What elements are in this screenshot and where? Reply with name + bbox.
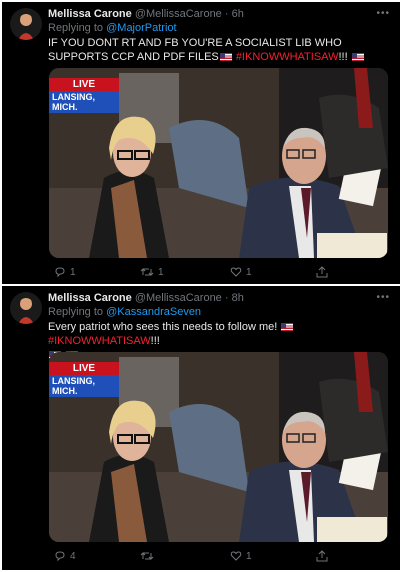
tweet-2[interactable]: Mellissa Carone @MellissaCarone · 8h •••…: [2, 286, 400, 570]
exclamation: !!!: [338, 51, 348, 63]
exclamation: !!!: [150, 335, 160, 347]
live-banner: LIVE LANSING, MICH.: [49, 78, 119, 113]
like-icon: [230, 267, 242, 277]
like-count: 1: [246, 266, 252, 278]
more-icon[interactable]: •••: [376, 8, 390, 19]
reply-count: 1: [70, 266, 76, 278]
share-icon: [316, 266, 328, 278]
user-handle[interactable]: @MellissaCarone: [135, 8, 222, 20]
tweet-header: Mellissa Carone @MellissaCarone · 6h: [48, 8, 244, 20]
us-flag-icon: [351, 53, 364, 61]
reply-button[interactable]: 1: [54, 266, 76, 278]
retweet-count: 1: [158, 266, 164, 278]
separator: ·: [224, 292, 229, 304]
us-flag-icon: [281, 323, 294, 331]
more-icon[interactable]: •••: [376, 292, 390, 303]
replying-to: Replying to @KassandraSeven: [48, 306, 201, 318]
retweet-button[interactable]: 1: [140, 266, 164, 278]
tweet-1[interactable]: Mellissa Carone @MellissaCarone · 6h •••…: [2, 2, 400, 284]
reply-mention[interactable]: @MajorPatriot: [106, 22, 176, 34]
retweet-icon: [140, 268, 154, 276]
reply-button[interactable]: 4: [54, 550, 76, 562]
tweet-text: IF YOU DONT RT AND FB YOU'RE A SOCIALIST…: [48, 36, 390, 64]
live-banner: LIVE LANSING, MICH.: [49, 362, 119, 397]
avatar[interactable]: [10, 8, 42, 40]
reply-count: 4: [70, 550, 76, 562]
replying-to: Replying to @MajorPatriot: [48, 22, 177, 34]
reply-icon: [55, 267, 65, 278]
like-icon: [230, 551, 242, 561]
like-button[interactable]: 1: [230, 266, 252, 278]
hashtag[interactable]: #IKNOWWHATISAW: [236, 51, 339, 63]
tweet-media[interactable]: LIVE LANSING, MICH.: [49, 352, 388, 542]
reply-icon: [55, 551, 65, 562]
like-button[interactable]: 1: [230, 550, 252, 562]
hashtag[interactable]: #IKNOWWHATISAW: [48, 335, 151, 347]
location-badge: LANSING, MICH.: [49, 91, 119, 113]
retweet-icon: [140, 552, 154, 560]
display-name[interactable]: Mellissa Carone: [48, 292, 132, 304]
retweet-button[interactable]: [140, 550, 158, 562]
tweet-header: Mellissa Carone @MellissaCarone · 8h: [48, 292, 244, 304]
display-name[interactable]: Mellissa Carone: [48, 8, 132, 20]
replying-to-label: Replying to: [48, 22, 104, 34]
like-count: 1: [246, 550, 252, 562]
timestamp[interactable]: 6h: [232, 8, 244, 20]
live-badge: LIVE: [49, 362, 119, 375]
timestamp[interactable]: 8h: [232, 292, 244, 304]
separator: ·: [224, 8, 229, 20]
tweet-media[interactable]: LIVE LANSING, MICH.: [49, 68, 388, 258]
us-flag-icon: [219, 53, 232, 61]
reply-mention[interactable]: @KassandraSeven: [106, 306, 201, 318]
avatar[interactable]: [10, 292, 42, 324]
live-badge: LIVE: [49, 78, 119, 91]
tweet-body: Every patriot who sees this needs to fol…: [48, 321, 278, 333]
location-badge: LANSING, MICH.: [49, 375, 119, 397]
replying-to-label: Replying to: [48, 306, 104, 318]
share-button[interactable]: [316, 266, 328, 278]
user-handle[interactable]: @MellissaCarone: [135, 292, 222, 304]
share-button[interactable]: [316, 550, 328, 562]
share-icon: [316, 550, 328, 562]
